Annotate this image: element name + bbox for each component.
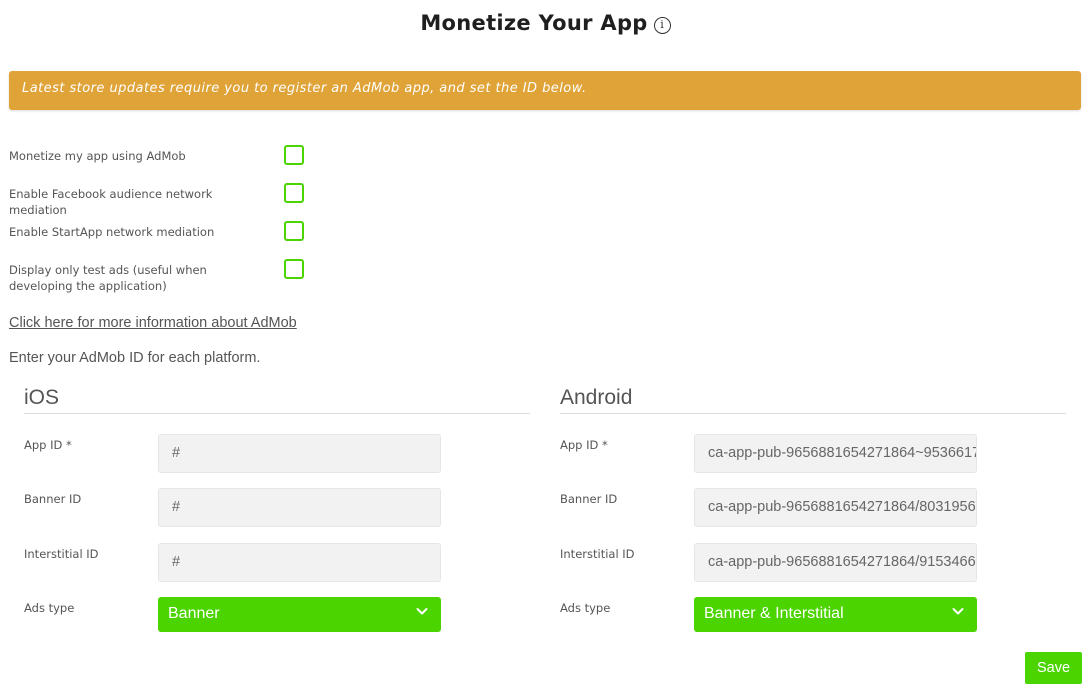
ios-app-id-label: App ID * — [24, 438, 72, 452]
ios-interstitial-id-input[interactable]: # — [158, 543, 441, 582]
ios-section-title: iOS — [24, 386, 60, 409]
info-icon[interactable]: i — [653, 17, 671, 34]
chevron-down-icon — [952, 608, 964, 615]
android-app-id-input[interactable]: ca-app-pub-9656881654271864~9536617 — [694, 434, 977, 473]
startapp-checkbox[interactable] — [284, 221, 304, 241]
ios-banner-id-input[interactable]: # — [158, 488, 441, 527]
option-label-admob: Monetize my app using AdMob — [9, 149, 186, 163]
save-button[interactable]: Save — [1025, 652, 1082, 684]
option-label-startapp: Enable StartApp network mediation — [9, 225, 215, 239]
android-ads-type-label: Ads type — [560, 601, 611, 615]
ios-banner-id-label: Banner ID — [24, 492, 82, 506]
notice-banner: Latest store updates require you to regi… — [9, 71, 1081, 110]
admob-checkbox[interactable] — [284, 145, 304, 165]
option-label-facebook: Enable Facebook audience network mediati… — [9, 187, 213, 217]
android-divider — [560, 413, 1066, 414]
android-interstitial-id-label: Interstitial ID — [560, 547, 635, 561]
ios-interstitial-id-label: Interstitial ID — [24, 547, 99, 561]
page-title: Monetize Your App i — [0, 11, 1091, 35]
option-label-test-ads: Display only test ads (useful when devel… — [9, 263, 207, 293]
page-header: Monetize Your App i — [0, 0, 1091, 56]
facebook-checkbox[interactable] — [284, 183, 304, 203]
ios-app-id-input[interactable]: # — [158, 434, 441, 473]
ios-ads-type-value: Banner — [168, 605, 220, 622]
android-banner-id-input[interactable]: ca-app-pub-9656881654271864/8031956 — [694, 488, 977, 527]
chevron-down-icon — [416, 608, 428, 615]
ios-ads-type-select[interactable]: Banner — [158, 597, 441, 632]
android-ads-type-value: Banner & Interstitial — [704, 605, 844, 622]
ios-ads-type-label: Ads type — [24, 601, 75, 615]
android-ads-type-select[interactable]: Banner & Interstitial — [694, 597, 977, 632]
intro-text: Enter your AdMob ID for each platform. — [9, 350, 261, 366]
android-app-id-label: App ID * — [560, 438, 608, 452]
android-section-title: Android — [560, 386, 633, 409]
ios-divider — [24, 413, 530, 414]
admob-info-link[interactable]: Click here for more information about Ad… — [9, 315, 297, 331]
notice-text: Latest store updates require you to regi… — [22, 81, 587, 96]
android-interstitial-id-input[interactable]: ca-app-pub-9656881654271864/9153466 — [694, 543, 977, 582]
test-ads-checkbox[interactable] — [284, 259, 304, 279]
android-banner-id-label: Banner ID — [560, 492, 618, 506]
